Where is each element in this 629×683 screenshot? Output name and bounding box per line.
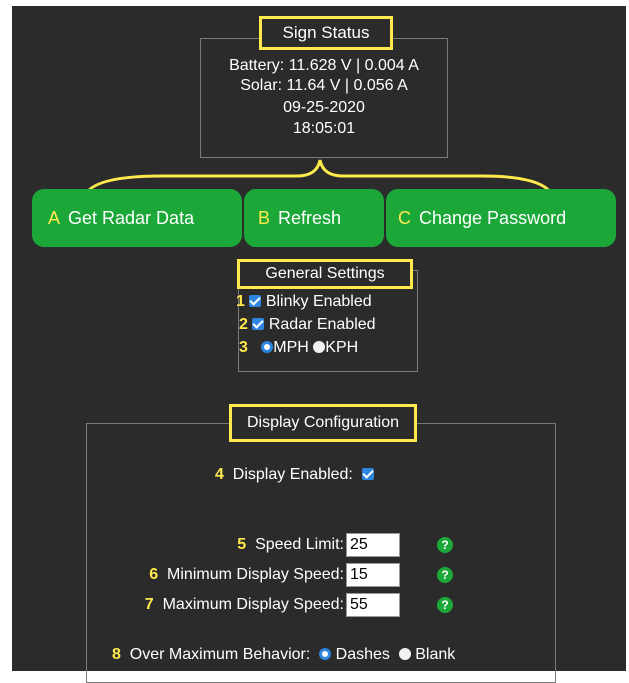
dashes-radio[interactable] [319,648,332,660]
blinky-row: 1 Blinky Enabled [236,293,372,311]
blank-radio[interactable] [398,648,411,660]
get-radar-data-button[interactable]: A Get Radar Data [32,189,242,247]
over-max-row: 8 Over Maximum Behavior: Dashes Blank [112,646,455,664]
kph-radio[interactable] [313,341,326,353]
blinky-enabled-label: Blinky Enabled [265,293,372,310]
mph-label: MPH [273,339,309,356]
annotation-8: 8 [112,646,121,663]
max-speed-label: Maximum Display Speed: [162,596,344,613]
radar-row: 2 Radar Enabled [239,316,376,334]
sign-status-title: Sign Status [259,16,393,50]
mph-radio[interactable] [261,341,274,353]
speed-limit-label: Speed Limit: [255,536,344,553]
button-letter-a: A [48,208,61,228]
annotation-1: 1 [236,293,245,310]
change-password-button[interactable]: C Change Password [386,189,616,247]
display-config-title: Display Configuration [229,404,417,442]
display-enabled-row: 4 Display Enabled: [215,466,374,484]
status-time: 18:05:01 [292,120,356,137]
annotation-7: 7 [144,596,154,613]
blinky-enabled-checkbox[interactable] [249,295,262,307]
display-enabled-label: Display Enabled: [232,466,353,483]
refresh-button[interactable]: B Refresh [244,189,384,247]
min-speed-help-icon[interactable]: ? [437,567,453,583]
annotation-6: 6 [149,566,159,583]
speed-limit-input[interactable]: 25 [346,533,400,557]
min-speed-label: Minimum Display Speed: [167,566,344,583]
blank-label: Blank [415,646,456,663]
refresh-label: Refresh [278,208,342,228]
annotation-2: 2 [239,316,248,333]
status-date: 09-25-2020 [283,99,365,116]
button-letter-c: C [398,208,411,228]
dashes-label: Dashes [335,646,390,663]
speed-limit-help-icon[interactable]: ? [437,537,453,553]
annotation-3: 3 [239,339,248,356]
display-enabled-checkbox[interactable] [361,468,374,480]
get-radar-data-label: Get Radar Data [68,208,195,228]
battery-readout: Battery: 11.628 V | 0.004 A [229,57,419,74]
change-password-label: Change Password [419,208,567,228]
max-speed-input[interactable]: 55 [346,593,400,617]
radar-enabled-label: Radar Enabled [268,316,376,333]
annotation-4: 4 [215,466,224,483]
min-speed-input[interactable]: 15 [346,563,400,587]
sign-control-panel: Sign Status Battery: 11.628 V | 0.004 A … [12,6,626,683]
speed-limit-row-label: 5 Speed Limit: [112,536,344,554]
annotation-5: 5 [237,536,247,553]
max-speed-help-icon[interactable]: ? [437,597,453,613]
min-speed-row-label: 6 Minimum Display Speed: [102,566,344,584]
radar-enabled-checkbox[interactable] [252,318,265,330]
solar-readout: Solar: 11.64 V | 0.056 A [240,77,408,94]
units-row: 3 MPH KPH [239,339,358,357]
button-letter-b: B [258,208,271,228]
max-speed-row-label: 7 Maximum Display Speed: [102,596,344,614]
general-settings-title: General Settings [237,259,413,289]
kph-label: KPH [325,339,359,356]
over-max-label: Over Maximum Behavior: [129,646,311,663]
